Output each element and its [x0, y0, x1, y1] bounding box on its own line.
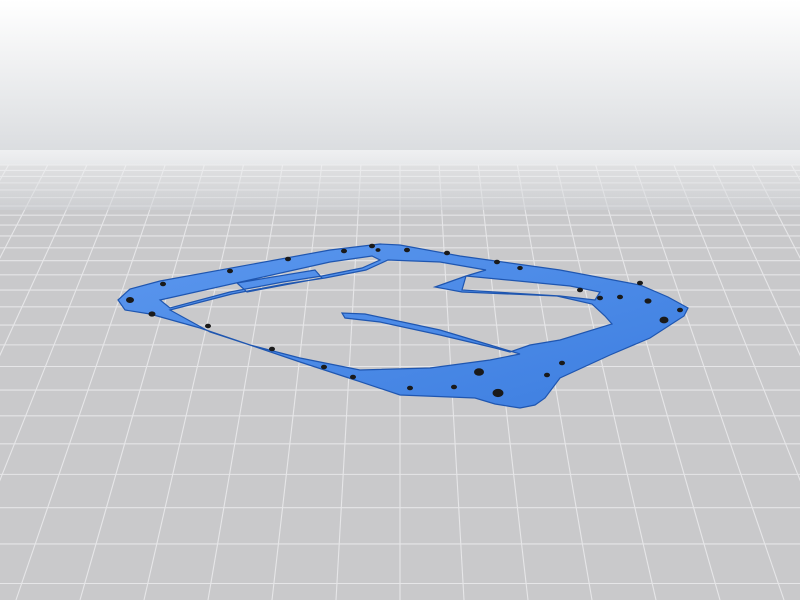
mounting-hole — [404, 247, 410, 253]
mounting-hole — [148, 311, 156, 317]
mounting-hole — [407, 385, 413, 391]
mounting-hole — [269, 346, 275, 352]
mounting-hole — [474, 368, 484, 376]
mounting-hole — [350, 374, 356, 380]
mounting-hole — [369, 243, 375, 249]
mounting-hole — [321, 364, 327, 370]
render-viewport — [0, 0, 800, 600]
mounting-hole — [285, 256, 291, 262]
mounting-hole — [637, 280, 643, 286]
mounting-hole — [126, 297, 134, 303]
horizon-fade — [0, 150, 800, 210]
mounting-hole — [644, 298, 652, 304]
mounting-hole — [559, 360, 565, 366]
mounting-hole — [544, 372, 550, 378]
mounting-hole — [597, 295, 603, 301]
mounting-hole — [444, 250, 450, 256]
mounting-hole — [160, 281, 166, 287]
mounting-hole — [341, 248, 347, 254]
mounting-hole — [227, 268, 233, 274]
mounting-hole — [677, 307, 683, 313]
mounting-hole — [577, 287, 583, 293]
mounting-hole — [494, 259, 500, 265]
scene-canvas — [0, 0, 800, 600]
mounting-hole — [517, 265, 523, 271]
mounting-hole — [659, 316, 669, 324]
mounting-hole — [375, 248, 381, 252]
mounting-hole — [492, 388, 504, 398]
mounting-hole — [205, 323, 211, 329]
mounting-hole — [451, 384, 457, 390]
mounting-hole — [617, 294, 623, 300]
